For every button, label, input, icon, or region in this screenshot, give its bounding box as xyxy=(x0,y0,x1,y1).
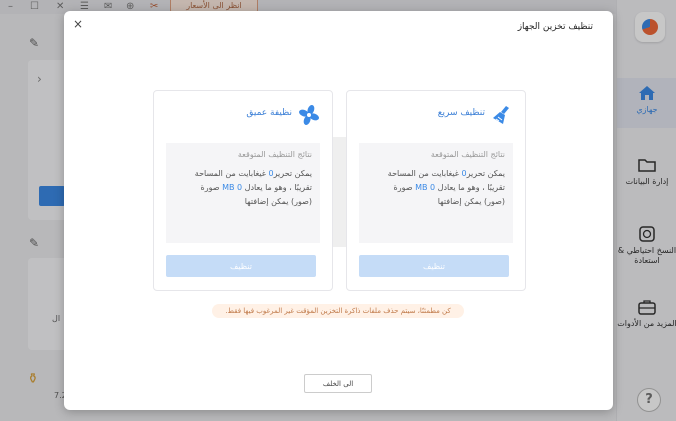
clean-storage-dialog: × تنظيف تخزين الجهاز نظيفة عميق نتائج ال… xyxy=(64,11,613,410)
quick-clean-results: نتائج التنظيف المتوقعة يمكن تحرير0 غيغاب… xyxy=(359,143,513,243)
fan-icon xyxy=(299,105,319,125)
quick-clean-card: تنظيف سريع نتائج التنظيف المتوقعة يمكن ت… xyxy=(346,90,526,291)
quick-clean-button[interactable]: تنظيف xyxy=(359,255,509,277)
result-text: صورة xyxy=(200,183,220,192)
close-icon[interactable]: × xyxy=(73,17,83,31)
deep-clean-title: نظيفة عميق xyxy=(246,108,292,118)
dialog-title: تنظيف تخزين الجهاز xyxy=(517,22,593,32)
result-text: (صور) يمكن إضافتها xyxy=(437,197,505,206)
deep-clean-button[interactable]: تنظيف xyxy=(166,255,316,277)
safety-notice: كن مطمئنًا، سيتم حذف ملفات ذاكرة التخزين… xyxy=(212,304,464,318)
result-text: تقريبًا ، وهو ما يعادل xyxy=(437,183,505,192)
result-text: يمكن تحرير xyxy=(273,169,312,178)
result-text: غيغابايت من المساحة xyxy=(387,169,459,178)
results-header: نتائج التنظيف المتوقعة xyxy=(237,150,312,159)
broom-icon xyxy=(493,106,509,124)
result-text: (صور) يمكن إضافتها xyxy=(244,197,312,206)
quick-clean-title: تنظيف سريع xyxy=(437,108,485,118)
deep-clean-results: نتائج التنظيف المتوقعة يمكن تحرير0 غيغاب… xyxy=(166,143,320,243)
result-text: تقريبًا ، وهو ما يعادل xyxy=(244,183,312,192)
result-text: صورة xyxy=(393,183,413,192)
result-text: غيغابايت من المساحة xyxy=(194,169,266,178)
results-header: نتائج التنظيف المتوقعة xyxy=(430,150,505,159)
deep-clean-card: نظيفة عميق نتائج التنظيف المتوقعة يمكن ت… xyxy=(153,90,333,291)
equivalent-size: 0 MB xyxy=(415,183,436,192)
results-body: يمكن تحرير0 غيغابايت من المساحة تقريبًا … xyxy=(172,167,312,209)
result-text: يمكن تحرير xyxy=(466,169,505,178)
results-body: يمكن تحرير0 غيغابايت من المساحة تقريبًا … xyxy=(365,167,505,209)
back-button[interactable]: الى الخلف xyxy=(304,374,372,393)
equivalent-size: 0 MB xyxy=(222,183,243,192)
